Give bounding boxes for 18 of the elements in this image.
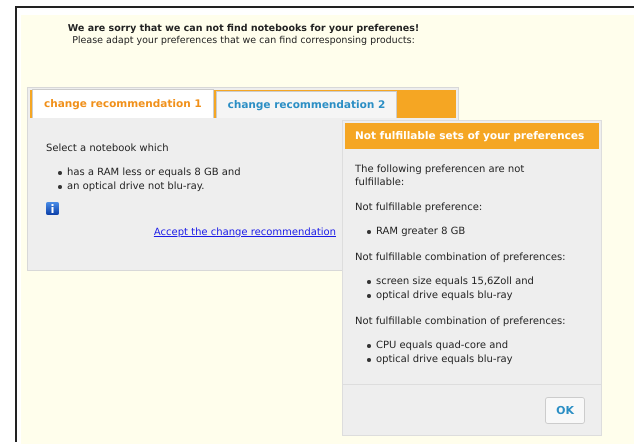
dialog-intro: The following preferencen are not fulfillable:	[355, 163, 526, 189]
group-heading: Not fulfillable preference:	[355, 201, 484, 214]
instruction-text: Please adapt your preferences that we can find corresponsing products:	[71, 35, 416, 47]
recommendation-tab[interactable]: change recommendation 1	[32, 89, 214, 118]
apology-heading: We are sorry that we can not find notebooks for your preferenes!	[66, 23, 420, 35]
group-heading: Not fulfillable combination of preferences:	[355, 315, 567, 328]
ok-button[interactable]: OK	[545, 396, 585, 424]
recommendation-intro: Select a notebook which	[46, 143, 169, 154]
recommendation-tab[interactable]: change recommendation 2	[216, 91, 398, 118]
preference-item: optical drive equals blu-ray	[367, 353, 571, 367]
preference-item: RAM greater 8 GB	[367, 225, 571, 239]
accept-link[interactable]: Accept the change recommendation	[154, 227, 336, 238]
preference-item: optical drive equals blu-ray	[367, 289, 571, 303]
preference-item: CPU equals quad-core and	[367, 339, 571, 353]
group-heading: Not fulfillable combination of preferences:	[355, 251, 567, 264]
info-icon[interactable]	[46, 202, 59, 215]
dialog-title: Not fulfillable sets of your preferences	[345, 123, 599, 149]
preference-item: screen size equals 15,6Zoll and	[367, 275, 571, 289]
